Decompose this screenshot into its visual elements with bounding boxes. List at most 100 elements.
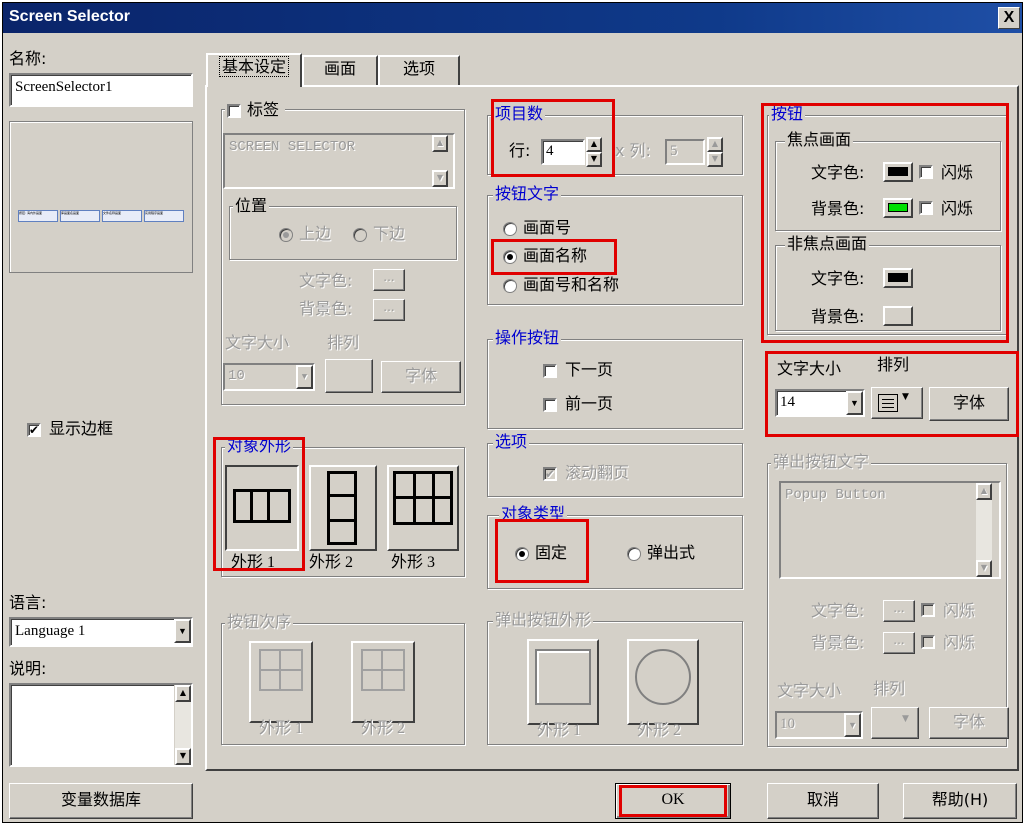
popup-size-select[interactable]: 10 ▼: [775, 711, 863, 739]
spin-up-icon[interactable]: ▲: [707, 137, 723, 152]
label-group-header: 标签: [225, 100, 286, 119]
preview-cell: 按钮: 海内外画面: [18, 210, 58, 222]
language-select[interactable]: Language 1 ▼: [9, 617, 193, 647]
position-bottom-label: 下边: [373, 224, 406, 243]
operation-buttons-group: [487, 339, 743, 429]
description-label: 说明:: [9, 659, 47, 678]
previous-page-checkbox[interactable]: [543, 398, 557, 412]
popup-size-value: 10: [780, 716, 795, 732]
label-bg-color-label: 背景色:: [299, 299, 353, 318]
popup-align-label: 排列: [873, 679, 906, 698]
popup-align-button[interactable]: ▼: [871, 707, 919, 739]
order-2-option[interactable]: [351, 641, 415, 723]
shape-2-label: 外形 2: [309, 554, 354, 571]
shape-3-option[interactable]: [387, 465, 459, 551]
shape-3-label: 外形 3: [391, 554, 436, 571]
highlight-box: [619, 785, 727, 817]
column-spinner[interactable]: ▲ ▼: [707, 137, 727, 167]
position-bottom-radio[interactable]: [353, 228, 367, 242]
description-textarea[interactable]: ▲ ▼: [9, 683, 193, 767]
preview-cell: 库画面名画面: [60, 210, 100, 222]
name-input[interactable]: ScreenSelector1: [9, 73, 193, 107]
scroll-up-icon[interactable]: ▲: [432, 135, 448, 152]
scroll-paging-label: 滚动翻页: [565, 463, 630, 482]
tag-database-button[interactable]: 变量数据库: [9, 783, 193, 819]
highlight-box: [213, 437, 305, 571]
label-group-title: 标签: [247, 100, 280, 119]
column-label: x 列:: [615, 141, 651, 160]
label-text-color-button[interactable]: ...: [373, 269, 405, 291]
scroll-down-icon[interactable]: ▼: [976, 560, 992, 577]
highlight-box: [765, 351, 1019, 437]
label-align-label: 排列: [327, 333, 360, 352]
shape-2-option[interactable]: [309, 465, 377, 551]
chevron-down-icon[interactable]: ▼: [296, 365, 313, 389]
chevron-down-icon[interactable]: ▼: [174, 619, 191, 643]
label-text-area[interactable]: SCREEN SELECTOR: [223, 133, 455, 189]
show-border-checkbox[interactable]: ✔: [27, 423, 41, 437]
scrollbar[interactable]: ▲ ▼: [174, 685, 191, 765]
help-button[interactable]: 帮助(H): [903, 783, 1017, 819]
tab-label: 基本设定: [218, 56, 289, 77]
popup-shape-1-label: 外形 1: [537, 722, 582, 739]
popup-bg-blink-checkbox[interactable]: [921, 635, 935, 649]
close-button[interactable]: X: [998, 7, 1020, 29]
title-bar: Screen Selector X: [3, 3, 1022, 33]
label-align-button[interactable]: [325, 359, 373, 393]
spin-down-icon[interactable]: ▼: [707, 152, 723, 167]
radio-popup[interactable]: [627, 547, 641, 561]
radio-screen-number[interactable]: [503, 222, 517, 236]
scroll-down-icon[interactable]: ▼: [175, 748, 191, 765]
order-1-option[interactable]: [249, 641, 313, 723]
popup-shape-2-label: 外形 2: [637, 722, 682, 739]
popup-shape-2-option[interactable]: [627, 639, 699, 725]
order-1-label: 外形 1: [259, 720, 304, 737]
language-label: 语言:: [9, 593, 47, 612]
circle-frame-icon: [635, 649, 691, 705]
column-input[interactable]: 5: [665, 139, 705, 165]
popup-bg-color-label: 背景色:: [811, 633, 865, 652]
scroll-up-icon[interactable]: ▲: [976, 483, 992, 500]
popup-bg-color-button[interactable]: ...: [883, 632, 915, 654]
popup-size-label: 文字大小: [777, 681, 842, 700]
shape-frame-icon: [327, 471, 357, 545]
tab-basic-settings[interactable]: 基本设定: [206, 53, 302, 87]
popup-shape-1-option[interactable]: [527, 639, 599, 725]
label-bg-color-button[interactable]: ...: [373, 299, 405, 321]
next-page-checkbox[interactable]: [543, 364, 557, 378]
popup-scrollbar[interactable]: ▲ ▼: [975, 483, 992, 577]
label-checkbox[interactable]: [227, 103, 241, 118]
radio-popup-label: 弹出式: [647, 543, 696, 562]
show-border-label: 显示边框: [49, 419, 114, 438]
order-2-label: 外形 2: [361, 720, 406, 737]
popup-bg-blink-label: 闪烁: [943, 633, 976, 652]
radio-screen-number-label: 画面号: [523, 218, 572, 237]
operation-buttons-title: 操作按钮: [493, 328, 562, 347]
options-title: 选项: [493, 432, 530, 451]
label-scrollbar[interactable]: ▲ ▼: [431, 135, 448, 187]
popup-text-title: 弹出按钮文字: [771, 452, 872, 471]
cancel-button[interactable]: 取消: [767, 783, 879, 819]
tab-options[interactable]: 选项: [378, 55, 460, 85]
language-value: Language 1: [15, 623, 86, 639]
scroll-paging-checkbox[interactable]: ✔: [543, 467, 557, 481]
button-order-title: 按钮次序: [225, 612, 294, 631]
popup-font-button[interactable]: 字体: [929, 707, 1009, 739]
radio-screen-number-and-name-label: 画面号和名称: [523, 275, 620, 294]
name-label: 名称:: [9, 49, 47, 68]
tab-screens[interactable]: 画面: [302, 55, 378, 85]
radio-screen-number-and-name[interactable]: [503, 279, 517, 293]
popup-text-blink-checkbox[interactable]: [921, 603, 935, 617]
shape-grid-icon: [393, 471, 453, 525]
scroll-up-icon[interactable]: ▲: [175, 685, 191, 702]
label-font-button[interactable]: 字体: [381, 361, 461, 393]
scroll-down-icon[interactable]: ▼: [432, 170, 448, 187]
label-size-label: 文字大小: [225, 333, 290, 352]
popup-text-area[interactable]: Popup Button: [779, 481, 1001, 579]
label-size-select[interactable]: 10 ▼: [223, 363, 315, 391]
chevron-down-icon: ▼: [902, 714, 909, 724]
order-grid-icon: [259, 649, 303, 691]
position-top-radio[interactable]: [279, 228, 293, 242]
chevron-down-icon[interactable]: ▼: [844, 713, 861, 737]
popup-text-color-button[interactable]: ...: [883, 600, 915, 622]
